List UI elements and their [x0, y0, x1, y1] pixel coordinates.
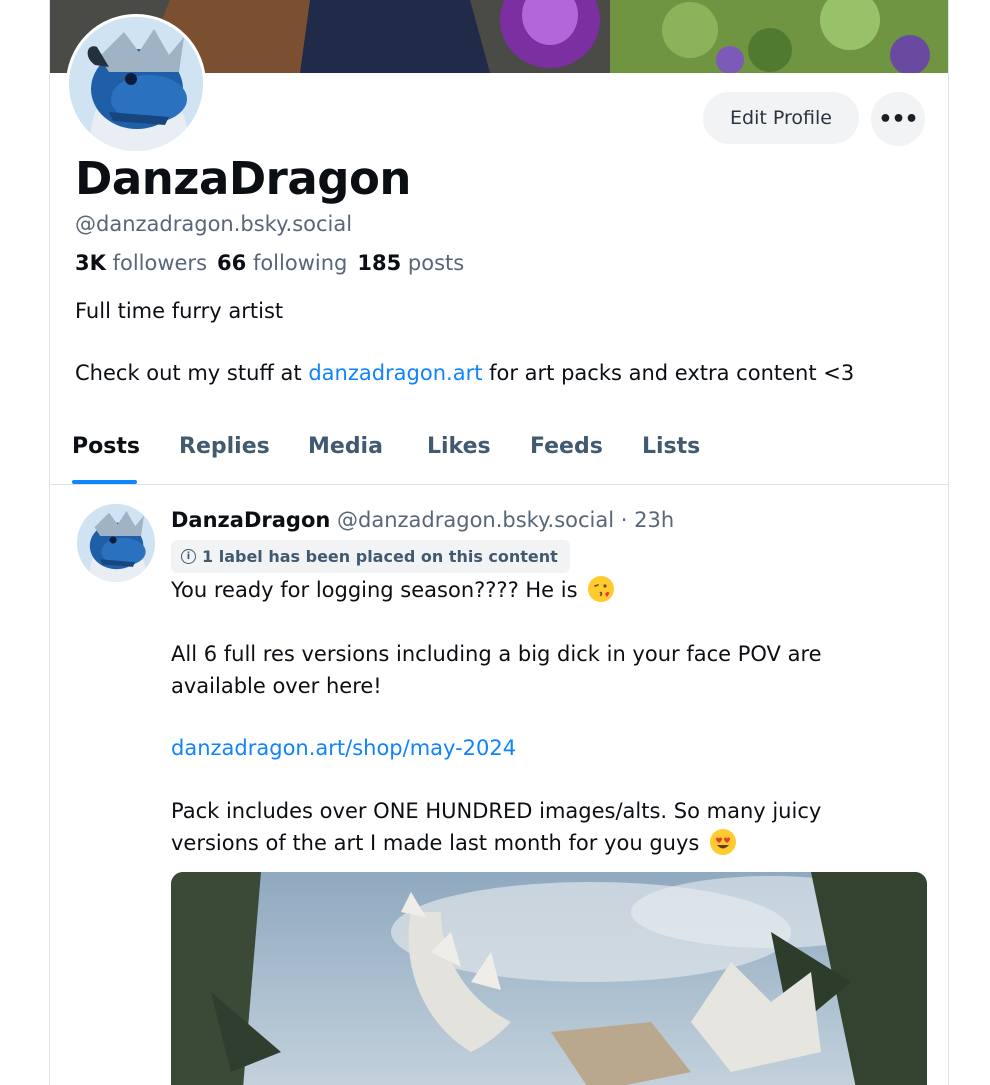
post-line-1-text: You ready for logging season???? He is	[171, 578, 578, 602]
following-count: 66	[217, 251, 247, 275]
followers-count: 3K	[75, 251, 106, 275]
profile-handle: @danzadragon.bsky.social	[75, 212, 353, 236]
tab-posts[interactable]: Posts	[72, 434, 140, 459]
post-author-handle[interactable]: @danzadragon.bsky.social	[337, 508, 614, 532]
tab-replies[interactable]: Replies	[179, 434, 270, 459]
profile-tabs: Posts Replies Media Likes Feeds Lists	[50, 420, 948, 485]
kissing-face-emoji-icon	[588, 576, 615, 602]
tab-media[interactable]: Media	[308, 434, 383, 459]
more-options-button[interactable]: •••	[871, 92, 925, 146]
heart-eyes-emoji-icon	[710, 829, 737, 855]
bio-text-pre: Check out my stuff at	[75, 361, 309, 385]
profile-bio-line-1: Full time furry artist	[75, 299, 284, 323]
content-label-notice[interactable]: i 1 label has been placed on this conten…	[171, 540, 570, 573]
post-text-line-4: Pack includes over ONE HUNDRED images/al…	[171, 799, 822, 823]
content-label-text: 1 label has been placed on this content	[202, 547, 558, 566]
bio-website-link[interactable]: danzadragon.art	[308, 361, 482, 385]
tab-likes[interactable]: Likes	[427, 434, 491, 459]
ellipsis-icon: •••	[878, 106, 918, 132]
profile-stats: 3K followers 66 following 185 posts	[75, 251, 464, 275]
profile-column: Edit Profile ••• DanzaDragon @danzadrago…	[49, 0, 949, 1085]
tab-lists[interactable]: Lists	[642, 434, 700, 459]
post-header: DanzaDragon @danzadragon.bsky.social · 2…	[171, 508, 674, 532]
post-text-line-2: All 6 full res versions including a big …	[171, 642, 822, 666]
post-shop-link[interactable]: danzadragon.art/shop/may-2024	[171, 736, 516, 760]
post-author-avatar[interactable]	[77, 504, 155, 582]
followers-label: followers	[112, 251, 208, 275]
followers-link[interactable]: 3K followers	[75, 251, 207, 275]
feed-post[interactable]: DanzaDragon @danzadragon.bsky.social · 2…	[50, 486, 948, 1085]
post-separator: ·	[614, 508, 635, 532]
profile-display-name: DanzaDragon	[75, 152, 411, 205]
edit-profile-button[interactable]: Edit Profile	[703, 92, 859, 144]
post-line-5-text: versions of the art I made last month fo…	[171, 831, 700, 855]
posts-count: 185	[357, 251, 402, 275]
post-author-name[interactable]: DanzaDragon	[171, 508, 330, 532]
tab-feeds[interactable]: Feeds	[530, 434, 603, 459]
active-tab-indicator	[72, 480, 137, 484]
post-timestamp[interactable]: 23h	[634, 508, 674, 532]
profile-avatar[interactable]	[66, 14, 206, 154]
post-text-line-5: versions of the art I made last month fo…	[171, 827, 737, 859]
post-link-line: danzadragon.art/shop/may-2024	[171, 732, 516, 764]
profile-bio-line-2: Check out my stuff at danzadragon.art fo…	[75, 358, 854, 389]
post-text-line-3: available over here!	[171, 674, 382, 698]
following-link[interactable]: 66 following	[217, 251, 347, 275]
following-label: following	[252, 251, 348, 275]
posts-label: posts	[407, 251, 465, 275]
post-text-line-1: You ready for logging season???? He is	[171, 574, 615, 606]
info-circle-icon: i	[181, 549, 196, 564]
bio-text-post: for art packs and extra content <3	[482, 361, 855, 385]
post-image-attachment[interactable]	[171, 872, 927, 1085]
